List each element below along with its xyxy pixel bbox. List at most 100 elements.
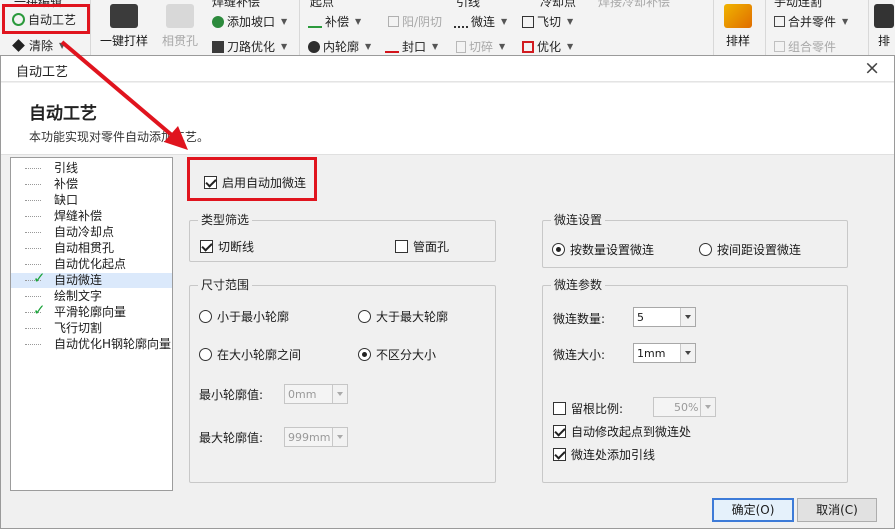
micro-settings-title: 微连设置 [551, 213, 606, 228]
tool-path-icon [212, 40, 224, 53]
keep-ratio-checkbox[interactable]: 留根比例: [553, 400, 623, 417]
phase-hole-icon [166, 4, 194, 28]
greater-max-label: 大于最大轮廓 [376, 310, 449, 324]
yin-yang-icon [388, 16, 399, 27]
group-parts-button[interactable]: 组合零件 [774, 38, 836, 55]
tree-item[interactable]: ✓ 平滑轮廓向量 [11, 301, 172, 320]
radio-circle[interactable] [358, 310, 371, 323]
dropdown-arrow-icon: ▼ [842, 17, 849, 26]
micro-joint-button[interactable]: 微连 ▼ [454, 13, 507, 30]
cancel-button[interactable]: 取消(C) [797, 498, 877, 522]
tree-item-label: 缺口 [54, 193, 79, 207]
radio-circle[interactable] [358, 348, 371, 361]
chevron-down-icon[interactable] [332, 428, 347, 446]
group-label: 组合零件 [788, 40, 837, 54]
greater-than-max-radio[interactable]: 大于最大轮廓 [358, 308, 448, 325]
by-count-radio[interactable]: 按数量设置微连 [552, 241, 654, 258]
arrange-button[interactable]: 排样 [724, 4, 752, 49]
inner-contour-button[interactable]: 内轮廓 ▼ [308, 38, 371, 55]
auto-modify-start-checkbox[interactable]: 自动修改起点到微连处 [553, 423, 691, 440]
manual-partial[interactable]: 手动连割 [774, 0, 822, 10]
one-key-sample-button[interactable]: 一键打样 [100, 4, 148, 49]
any-size-radio[interactable]: 不区分大小 [358, 346, 436, 363]
ribbon-toolbar: 一拼编辑 自动工艺 清除 ▼ 一键打样 相贯孔 焊缝补偿 添加坡口 ▼ 刀路优化… [0, 0, 895, 58]
chevron-down-icon[interactable] [332, 385, 347, 403]
between-radio[interactable]: 在大小轮廓之间 [199, 346, 301, 363]
cut-pieces-button[interactable]: 切碎 ▼ [456, 38, 505, 55]
weld-cool-partial-label: 焊接冷却补偿 [598, 0, 671, 9]
clear-button[interactable]: 清除 ▼ [12, 37, 65, 54]
ok-button[interactable]: 确定(O) [712, 498, 794, 522]
checkbox-box[interactable] [553, 402, 566, 415]
compensation-button[interactable]: 补偿 ▼ [308, 13, 361, 30]
checkbox-box[interactable] [200, 240, 213, 253]
tree-item[interactable]: 自动相贯孔 [11, 241, 172, 256]
check-icon: ✓ [33, 301, 46, 319]
dropdown-arrow-icon: ▼ [567, 42, 574, 51]
tree-item[interactable]: 焊缝补偿 [11, 209, 172, 224]
chevron-down-icon[interactable] [680, 308, 695, 326]
add-lead-label: 微连处添加引线 [571, 448, 656, 462]
phase-hole-button[interactable]: 相贯孔 [162, 4, 198, 49]
dropdown-arrow-icon: ▼ [281, 17, 288, 26]
chevron-down-icon[interactable] [700, 398, 715, 416]
optimize-button[interactable]: 优化 ▼ [522, 38, 573, 55]
tree-item[interactable]: 补偿 [11, 177, 172, 192]
seal-label: 封口 [402, 40, 427, 54]
by-spacing-radio[interactable]: 按间距设置微连 [699, 241, 801, 258]
dialog-description: 本功能实现对零件自动添加工艺。 [29, 130, 210, 144]
micro-size-combo[interactable]: 1mm [633, 343, 696, 363]
tree-item[interactable]: 自动冷却点 [11, 225, 172, 240]
weld-partial[interactable]: 焊缝补偿 [212, 0, 260, 10]
dropdown-arrow-icon: ▼ [501, 17, 508, 26]
close-icon[interactable]: × [864, 57, 880, 79]
lead2-partial[interactable]: 引线 [456, 0, 480, 10]
checkbox-box[interactable] [395, 240, 408, 253]
yin-yang-cut-button[interactable]: 阳/阴切 [388, 13, 442, 30]
keep-ratio-value: 50% [674, 401, 699, 414]
radio-circle[interactable] [199, 310, 212, 323]
min-contour-combo[interactable]: 0mm [284, 384, 348, 404]
lead-partial[interactable]: 起点 [310, 0, 334, 10]
checkbox-box[interactable] [553, 425, 566, 438]
far-right-button[interactable]: 排 [874, 4, 894, 49]
less-than-min-radio[interactable]: 小于最小轮廓 [199, 308, 289, 325]
between-label: 在大小轮廓之间 [217, 348, 302, 362]
tree-item[interactable]: 引线 [11, 161, 172, 176]
radio-circle[interactable] [699, 243, 712, 256]
sort-partial[interactable]: 冷却点 [540, 0, 576, 10]
radio-circle[interactable] [199, 348, 212, 361]
highlight-box-enable [187, 157, 317, 201]
checkbox-box[interactable] [553, 448, 566, 461]
min-contour-value: 0mm [288, 388, 317, 401]
seal-button[interactable]: 封口 ▼ [385, 38, 438, 55]
chevron-down-icon[interactable] [680, 344, 695, 362]
tree-item[interactable]: 飞行切割 [11, 321, 172, 336]
weld-cool-partial[interactable]: 焊接冷却补偿 [598, 0, 670, 10]
slope-icon [212, 15, 224, 28]
radio-circle[interactable] [552, 243, 565, 256]
max-contour-combo[interactable]: 999mm [284, 427, 348, 447]
add-slope-button[interactable]: 添加坡口 ▼ [212, 13, 287, 30]
comp-label: 补偿 [325, 15, 350, 29]
fly-cut-button[interactable]: 飞切 ▼ [522, 13, 573, 30]
tree-item[interactable]: 自动优化H钢轮廓向量 [11, 337, 172, 352]
tree-item[interactable]: 缺口 [11, 193, 172, 208]
add-lead-checkbox[interactable]: 微连处添加引线 [553, 446, 655, 463]
pipe-hole-checkbox[interactable]: 管面孔 [395, 238, 449, 255]
tool-path-optimize-button[interactable]: 刀路优化 ▼ [212, 38, 287, 55]
optimize-label: 优化 [537, 40, 562, 54]
tree-item-selected[interactable]: ✓ 自动微连 [11, 269, 172, 288]
keep-ratio-combo[interactable]: 50% [653, 397, 716, 417]
tree-item-label: 飞行切割 [54, 321, 103, 335]
cutoff-line-checkbox[interactable]: 切断线 [200, 238, 254, 255]
pipe-hole-label: 管面孔 [413, 240, 450, 254]
micro-size-value: 1mm [637, 347, 666, 360]
merge-parts-button[interactable]: 合并零件 ▼ [774, 13, 848, 30]
tree-item-label: 自动优化H钢轮廓向量 [54, 337, 172, 351]
check-icon: ✓ [33, 269, 46, 287]
dialog-header: 自动工艺 本功能实现对零件自动添加工艺。 [1, 83, 894, 155]
micro-count-combo[interactable]: 5 [633, 307, 696, 327]
process-tree[interactable]: 引线 补偿 缺口 焊缝补偿 自动冷却点 自动相贯孔 自动优化起点 ✓ 自动微连 绘… [10, 157, 173, 491]
micro-params-title: 微连参数 [551, 278, 606, 293]
